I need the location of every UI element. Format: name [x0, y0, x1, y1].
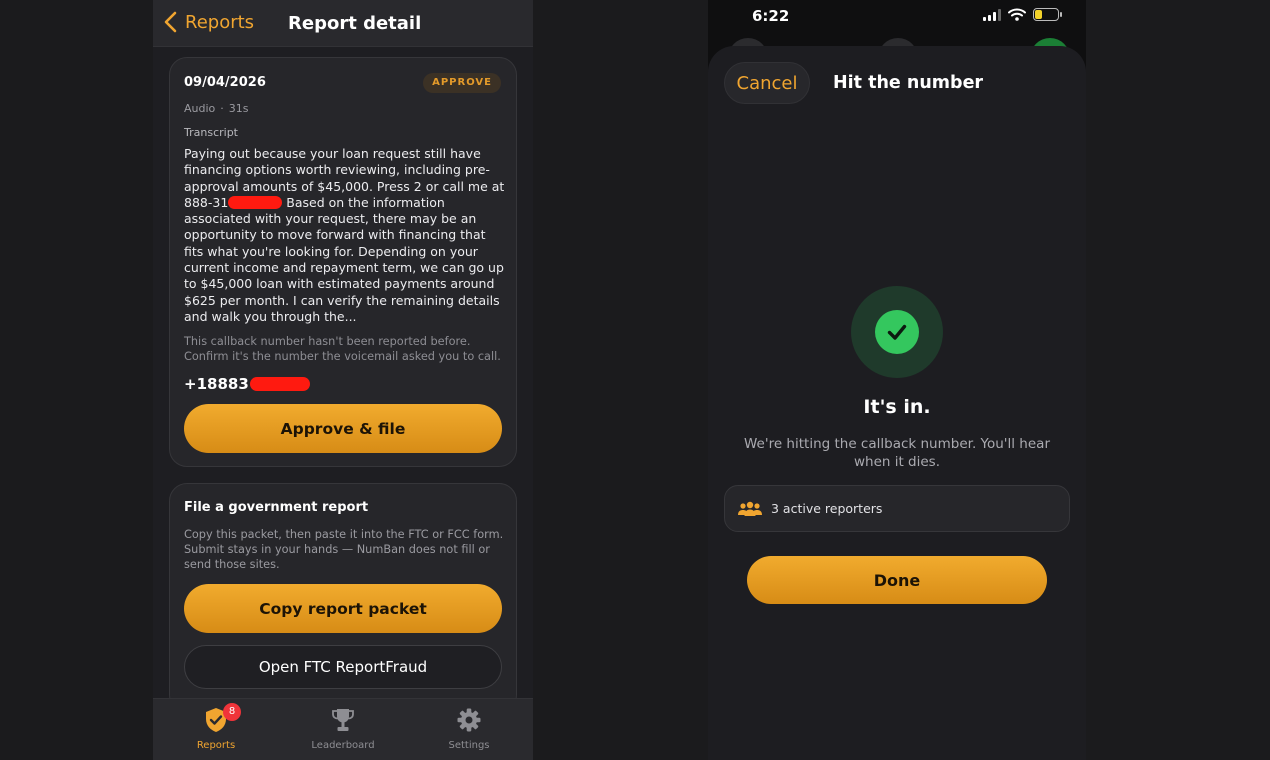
- tab-label: Leaderboard: [311, 740, 375, 751]
- gov-card-description: Copy this packet, then paste it into the…: [184, 528, 504, 571]
- page-title: Report detail: [288, 13, 422, 34]
- success-title: It's in.: [863, 396, 931, 418]
- callback-number: +18883: [184, 375, 310, 393]
- transcript-text: Paying out because your loan request sti…: [184, 146, 506, 325]
- active-reporters-panel: 3 active reporters: [724, 485, 1070, 532]
- tab-bar: 8 Reports Leaderboard Settings: [153, 698, 533, 760]
- copy-report-packet-button[interactable]: Copy report packet: [184, 584, 502, 633]
- transcript-label: Transcript: [184, 126, 238, 139]
- people-icon: [738, 501, 762, 516]
- report-card: 09/04/2026 APPROVE Audio · 31s Transcript …: [169, 57, 517, 467]
- reporters-label: 3 active reporters: [771, 501, 883, 516]
- callback-number-prefix: +18883: [184, 375, 249, 393]
- tab-label: Reports: [196, 740, 236, 751]
- tab-label: Settings: [448, 740, 490, 751]
- tab-settings[interactable]: Settings: [419, 705, 519, 755]
- wifi-icon: [1008, 8, 1026, 21]
- gear-icon: [457, 708, 481, 732]
- report-date: 09/04/2026: [184, 75, 266, 90]
- tab-leaderboard[interactable]: Leaderboard: [293, 705, 393, 755]
- redaction-mark: [228, 195, 283, 209]
- status-badge: APPROVE: [423, 73, 501, 93]
- done-button[interactable]: Done: [747, 556, 1047, 604]
- approve-file-button[interactable]: Approve & file: [184, 404, 502, 453]
- signal-icon: [983, 8, 1001, 21]
- callback-note: This callback number hasn't been reporte…: [184, 335, 501, 363]
- status-time: 6:22: [752, 7, 790, 25]
- report-meta: Audio · 31s: [184, 102, 249, 115]
- report-detail-screen: Reports Report detail 09/04/2026 APPROVE…: [153, 0, 533, 760]
- back-label: Reports: [185, 11, 255, 33]
- media-type: Audio: [184, 102, 216, 115]
- reports-count-badge: 8: [223, 703, 241, 721]
- cancel-button[interactable]: Cancel: [724, 62, 810, 104]
- open-ftc-button[interactable]: Open FTC ReportFraud: [184, 645, 502, 689]
- tab-reports[interactable]: 8 Reports: [166, 703, 266, 755]
- status-icons: [983, 8, 1062, 21]
- success-description: We're hitting the callback number. You'l…: [744, 436, 1050, 470]
- trophy-icon: [332, 709, 354, 731]
- back-button[interactable]: Reports: [161, 9, 254, 35]
- success-indicator: [851, 286, 943, 378]
- chevron-left-icon: [164, 11, 177, 33]
- transcript-part-2: Based on the information associated with…: [184, 194, 504, 324]
- redaction-mark: [249, 377, 310, 391]
- hit-number-screen: 6:22 Cancel Hit the number It's in. We'r…: [708, 0, 1086, 760]
- checkmark-icon: [875, 310, 919, 354]
- sheet-title: Hit the number: [833, 73, 984, 93]
- duration: 31s: [228, 102, 249, 115]
- gov-card-title: File a government report: [184, 500, 369, 515]
- meta-separator: ·: [220, 102, 224, 115]
- navigation-bar: Reports Report detail: [153, 0, 533, 47]
- government-report-card: File a government report Copy this packe…: [169, 483, 517, 713]
- hit-number-sheet: Cancel Hit the number It's in. We're hit…: [708, 46, 1086, 760]
- battery-icon: [1033, 8, 1062, 21]
